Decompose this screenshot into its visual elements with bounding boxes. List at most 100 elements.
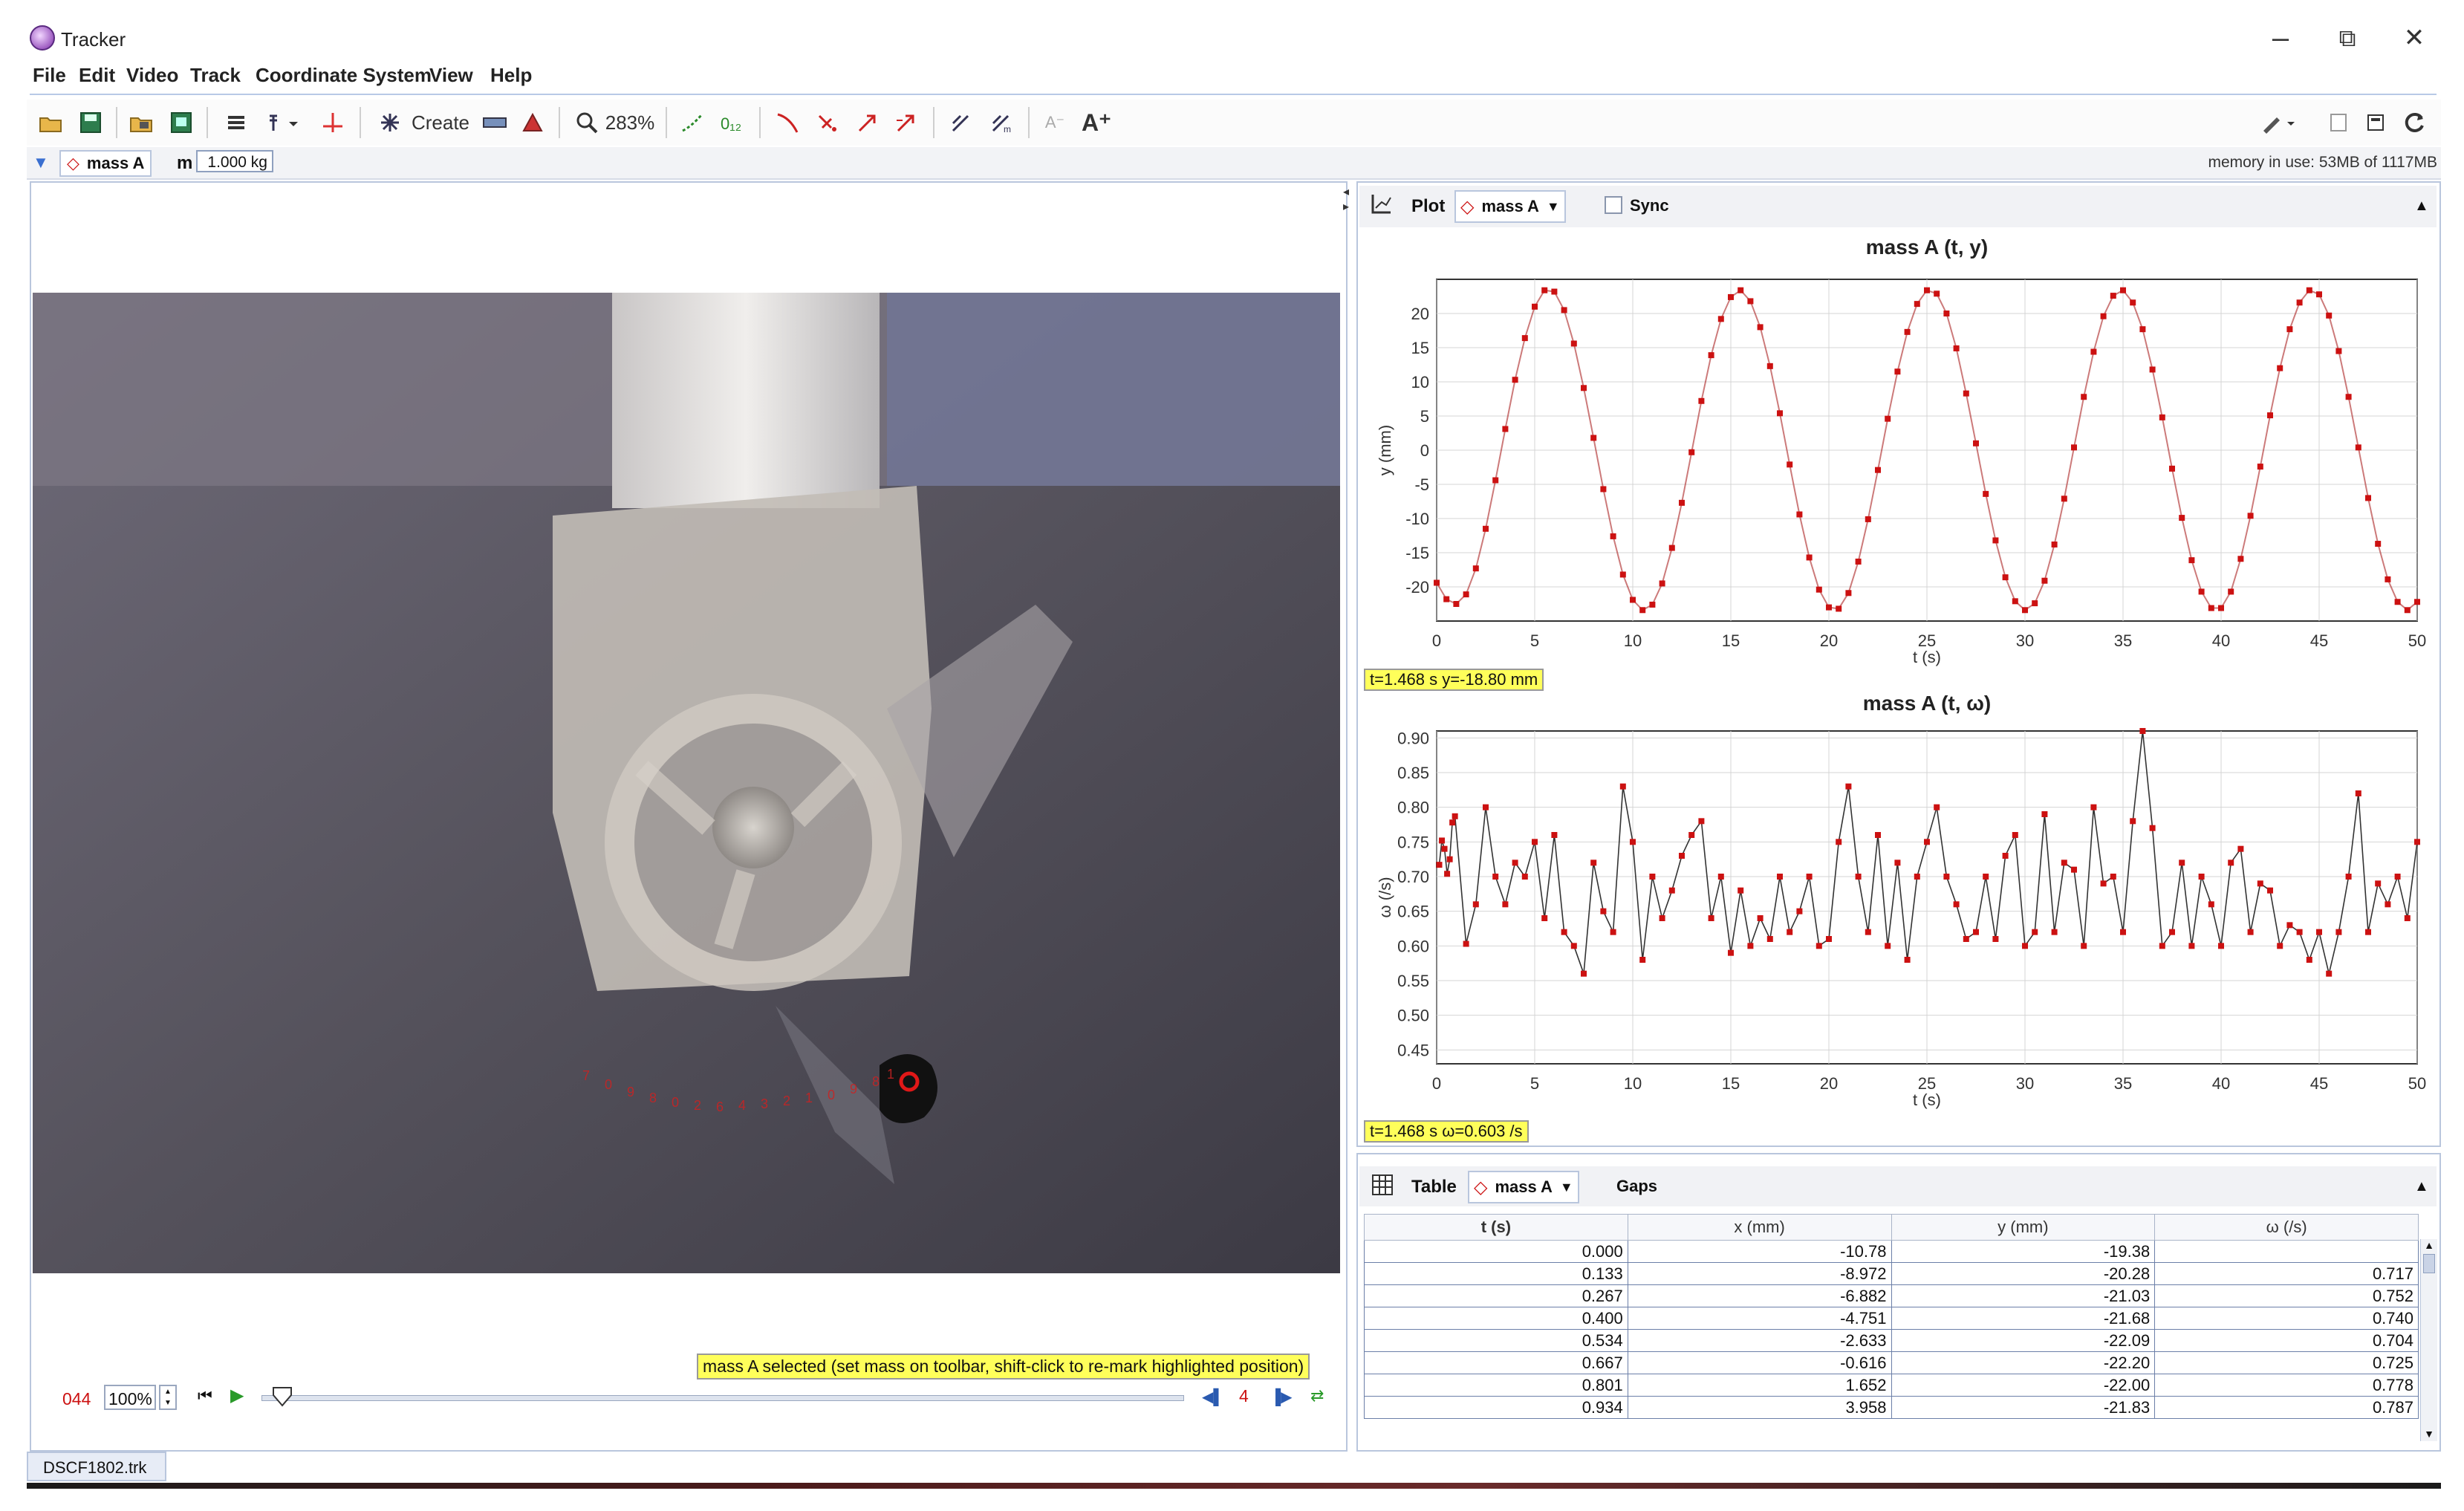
table-cell[interactable]: 0.740 xyxy=(2154,1307,2419,1330)
slider-thumb[interactable] xyxy=(272,1386,293,1407)
create-button[interactable]: Create xyxy=(407,107,474,138)
file-tab[interactable]: DSCF1802.trk xyxy=(27,1452,166,1481)
rate-spinner[interactable]: ▲ ▼ xyxy=(159,1385,177,1410)
tape-measure-icon[interactable] xyxy=(480,107,510,138)
column-header-y[interactable]: y (mm) xyxy=(1891,1214,2156,1241)
column-header-omega[interactable]: ω (/s) xyxy=(2154,1214,2419,1241)
table-row[interactable]: 0.267 -6.882 -21.03 0.752 xyxy=(1364,1284,2419,1307)
reset-icon[interactable]: ⏮ xyxy=(198,1386,212,1406)
step-size[interactable]: 4 xyxy=(1239,1386,1249,1406)
column-header-t[interactable]: t (s) xyxy=(1364,1214,1628,1241)
menu-help[interactable]: Help xyxy=(490,64,532,87)
path-icon[interactable] xyxy=(773,107,802,138)
table-cell[interactable]: -21.68 xyxy=(1891,1307,2156,1330)
table-cell[interactable]: -19.38 xyxy=(1891,1240,2156,1263)
frame-number[interactable]: 044 xyxy=(62,1389,91,1409)
chart-omega-vs-t[interactable]: mass A (t, ω) 0 5 10 15 20 25 30 35 40 45 50 0.45 0.5… xyxy=(1362,691,2432,1128)
create-track-icon[interactable] xyxy=(377,107,403,138)
save-video-icon[interactable] xyxy=(168,107,195,138)
close-button[interactable]: ✕ xyxy=(2392,19,2437,56)
protractor-icon[interactable] xyxy=(519,107,548,138)
maximize-button[interactable]: ⧉ xyxy=(2325,19,2370,56)
calibration-tools-icon[interactable] xyxy=(264,107,306,138)
table-row[interactable]: 0.000 -10.78 -19.38 xyxy=(1364,1240,2419,1263)
table-cell[interactable]: -21.83 xyxy=(1891,1396,2156,1419)
table-cell[interactable]: 0.725 xyxy=(2154,1351,2419,1374)
table-scrollbar[interactable]: ▲ ▼ xyxy=(2420,1239,2437,1441)
refresh-icon[interactable] xyxy=(2399,107,2429,138)
loop-icon[interactable]: ⇄ xyxy=(1310,1386,1324,1406)
trails-icon[interactable] xyxy=(677,107,707,138)
clip-settings-icon[interactable] xyxy=(223,107,250,138)
menu-track[interactable]: Track xyxy=(190,64,241,87)
video-frame[interactable]: 709 802 643 210 981 xyxy=(33,293,1340,1273)
table-cell[interactable]: -10.78 xyxy=(1627,1240,1892,1263)
scroll-thumb[interactable] xyxy=(2423,1254,2435,1273)
labels-icon[interactable]: 0₁₂ xyxy=(718,107,750,138)
table-cell[interactable]: -22.20 xyxy=(1891,1351,2156,1374)
play-icon[interactable]: ▶ xyxy=(230,1385,244,1406)
collapse-panel-icon[interactable]: ◂ ▸ xyxy=(1343,184,1349,214)
column-header-x[interactable]: x (mm) xyxy=(1627,1214,1892,1241)
table-row[interactable]: 0.534 -2.633 -22.09 0.704 xyxy=(1364,1329,2419,1352)
table-row[interactable]: 0.667 -0.616 -22.20 0.725 xyxy=(1364,1351,2419,1374)
minimize-button[interactable]: – xyxy=(2258,19,2303,56)
zoom-icon[interactable] xyxy=(573,107,600,138)
table-cell[interactable]: 0.133 xyxy=(1364,1262,1628,1285)
axes-icon[interactable] xyxy=(318,107,348,138)
refresh-panel-icon[interactable] xyxy=(2362,107,2389,138)
menu-edit[interactable]: Edit xyxy=(79,64,115,87)
table-menu-arrow-icon[interactable]: ▲ xyxy=(2414,1178,2429,1195)
menu-coordinate-system[interactable]: Coordinate System xyxy=(256,64,432,87)
table-row[interactable]: 0.934 3.958 -21.83 0.787 xyxy=(1364,1396,2419,1419)
scroll-down-icon[interactable]: ▼ xyxy=(2421,1428,2437,1440)
chart-y-vs-t[interactable]: mass A (t, y) 0 5 10 15 20 25 30 35 40 45 50 -20 -15-… xyxy=(1362,235,2432,680)
table-cell[interactable]: 1.652 xyxy=(1627,1374,1892,1397)
font-larger-icon[interactable]: A⁺ xyxy=(1082,107,1111,138)
rate-field[interactable]: 100% xyxy=(104,1385,156,1410)
table-cell[interactable]: -20.28 xyxy=(1891,1262,2156,1285)
table-track-selector[interactable]: ◇ mass A ▼ xyxy=(1468,1171,1579,1203)
acceleration-icon[interactable] xyxy=(891,107,921,138)
playback-slider[interactable] xyxy=(261,1395,1184,1401)
table-cell[interactable] xyxy=(2154,1240,2419,1263)
mass-input[interactable]: 1.000 kg xyxy=(196,150,273,172)
notes-icon[interactable] xyxy=(2325,107,2352,138)
table-cell[interactable]: -0.616 xyxy=(1627,1351,1892,1374)
table-cell[interactable]: -22.00 xyxy=(1891,1374,2156,1397)
sync-checkbox[interactable] xyxy=(1605,196,1622,214)
table-cell[interactable]: -2.633 xyxy=(1627,1329,1892,1352)
table-cell[interactable]: 0.801 xyxy=(1364,1374,1628,1397)
menu-file[interactable]: File xyxy=(33,64,66,87)
table-row[interactable]: 0.133 -8.972 -20.28 0.717 xyxy=(1364,1262,2419,1285)
table-cell[interactable]: 0.717 xyxy=(2154,1262,2419,1285)
table-cell[interactable]: 0.267 xyxy=(1364,1284,1628,1307)
table-cell[interactable]: -6.882 xyxy=(1627,1284,1892,1307)
table-row[interactable]: 0.801 1.652 -22.00 0.778 xyxy=(1364,1374,2419,1397)
table-cell[interactable]: 0.934 xyxy=(1364,1396,1628,1419)
center-of-mass-icon[interactable]: m xyxy=(986,107,1016,138)
table-cell[interactable]: 0.704 xyxy=(2154,1329,2419,1352)
table-cell[interactable]: 0.000 xyxy=(1364,1240,1628,1263)
save-icon[interactable] xyxy=(77,107,104,138)
menu-view[interactable]: View xyxy=(429,64,473,87)
plot-menu-arrow-icon[interactable]: ▲ xyxy=(2414,198,2429,215)
table-cell[interactable]: 0.778 xyxy=(2154,1374,2419,1397)
open-file-icon[interactable] xyxy=(37,107,64,138)
table-cell[interactable]: 0.667 xyxy=(1364,1351,1628,1374)
scroll-up-icon[interactable]: ▲ xyxy=(2421,1239,2437,1251)
table-cell[interactable]: -22.09 xyxy=(1891,1329,2156,1352)
table-cell[interactable]: 0.752 xyxy=(2154,1284,2419,1307)
table-cell[interactable]: -4.751 xyxy=(1627,1307,1892,1330)
zoom-level[interactable]: 283% xyxy=(603,107,657,138)
table-cell[interactable]: 3.958 xyxy=(1627,1396,1892,1419)
table-row[interactable]: 0.400 -4.751 -21.68 0.740 xyxy=(1364,1307,2419,1330)
plot-track-selector[interactable]: ◇ mass A ▼ xyxy=(1454,190,1566,223)
table-cell[interactable]: -21.03 xyxy=(1891,1284,2156,1307)
table-cell[interactable]: 0.534 xyxy=(1364,1329,1628,1352)
track-menu-arrow-icon[interactable]: ▼ xyxy=(33,153,49,172)
menu-video[interactable]: Video xyxy=(126,64,178,87)
open-video-icon[interactable] xyxy=(128,107,155,138)
font-smaller-icon[interactable]: A⁻ xyxy=(1041,107,1068,138)
velocity-icon[interactable] xyxy=(853,107,882,138)
